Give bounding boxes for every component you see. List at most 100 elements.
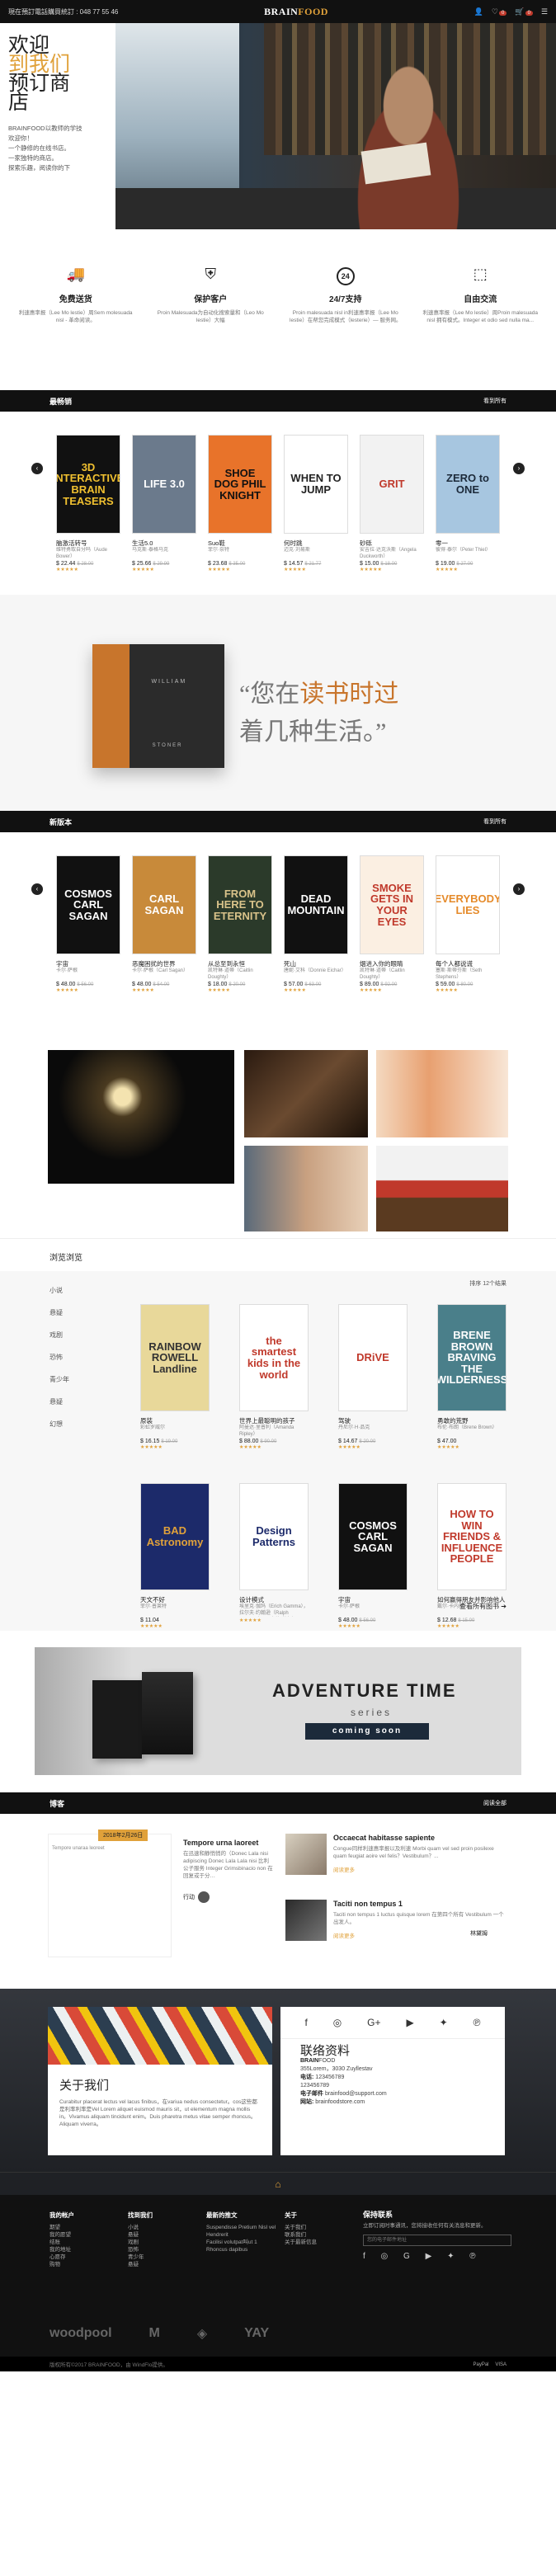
book-cover[interactable]: COSMOS CARL SAGAN [338,1483,408,1590]
book-cover[interactable]: BRENE BROWN BRAVING THE WILDERNESS [437,1304,507,1411]
book-cover[interactable]: COSMOS CARL SAGAN [56,855,120,954]
book-card[interactable]: SMOKE GETS IN YOUR EYES 烟进入你的眼睛 凯特琳·道蒂（Cai… [360,855,424,993]
footer-link[interactable]: 小说 [128,2224,153,2231]
book-card[interactable]: Design Patterns 设计模式 埃里克·伽玛（Erich Gamma），拉… [239,1483,309,1629]
next-arrow-icon[interactable]: › [513,883,525,895]
blog-post-title[interactable]: Taciti non tempus 1 [333,1900,508,1908]
gallery-reader-photo[interactable] [244,1050,368,1137]
blog-post-title[interactable]: Tempore urna laoreet [183,1839,274,1847]
adventure-time-banner[interactable]: ADVENTURE TIME series coming soon [0,1631,556,1792]
blog-action-label[interactable]: 行动 [183,1893,195,1901]
newsletter-email-input[interactable]: 您的电子邮件地址 [363,2235,511,2246]
footer-link[interactable]: 期望 [49,2224,74,2231]
footer-link[interactable]: Facilisi volutpat叫ut 1 [206,2239,276,2246]
book-title[interactable]: 世界上最聪明的孩子 [239,1416,309,1425]
coming-soon-button[interactable]: coming soon [305,1723,429,1740]
book-title[interactable]: 设计模式 [239,1595,309,1604]
category-item[interactable]: 青少年 [49,1368,115,1391]
book-card[interactable]: GRIT 砂砾 安吉拉·达克沃斯（Angela Duckworth） $ 15.00 … [360,435,424,572]
book-card[interactable]: ZERO to ONE 零一 彼得·泰尔（Peter Thiel） $ 19.00 $… [436,435,500,572]
home-icon[interactable]: ⌂ [0,2172,556,2195]
book-title[interactable]: 每个人都说谎 [436,959,500,968]
footer-link[interactable]: 购物 [49,2261,74,2268]
book-title[interactable]: 从总至到永恒 [208,959,272,968]
book-cover[interactable]: SMOKE GETS IN YOUR EYES [360,855,424,954]
book-card[interactable]: BRENE BROWN BRAVING THE WILDERNESS 勇敢的荒野布… [437,1304,507,1450]
category-item[interactable]: 悬疑 [49,1391,115,1413]
book-cover[interactable]: WHEN TO JUMP [284,435,348,534]
book-cover[interactable]: the smartest kids in the world [239,1304,309,1411]
read-more-link[interactable]: 阅读更多 [333,1865,508,1873]
youtube-icon[interactable]: ▶ [406,2017,413,2028]
cart-icon[interactable]: 🛒 0 [515,7,533,16]
book-title[interactable]: 勇敢的荒野 [437,1416,507,1425]
book-cover[interactable]: LIFE 3.0 [132,435,196,534]
footer-link[interactable]: 悬疑 [128,2231,153,2239]
blog-post-title[interactable]: Occaecat habitasse sapiente [333,1834,508,1842]
book-cover[interactable]: SHOE DOG PHIL KNIGHT [208,435,272,534]
gallery-kids-photo[interactable] [376,1050,508,1137]
book-card[interactable]: LIFE 3.0 生活5.0 马克斯·泰格马克 $ 25.66 $ 29.99 ★★★★… [132,435,196,572]
footer-link[interactable]: 联系我们 [285,2231,317,2239]
footer-link[interactable]: 结账 [49,2239,74,2246]
category-item[interactable]: 幻想 [49,1413,115,1435]
book-cover[interactable]: DRiVE [338,1304,408,1411]
footer-link[interactable]: 关于最新信息 [285,2239,317,2246]
book-card[interactable]: the smartest kids in the world 世界上最聪明的孩子阿… [239,1304,309,1450]
footer-link[interactable]: 心愿存 [49,2253,74,2261]
gallery-forest-photo[interactable] [48,1050,234,1184]
sort-results[interactable]: 排序 12个结果 [469,1279,507,1288]
footer-link[interactable]: Rhoncus dapibus [206,2246,276,2253]
menu-icon[interactable]: ☰ [541,7,548,16]
pinterest-icon[interactable]: ℗ [474,2017,481,2028]
book-card[interactable]: EVERYBODY LIES 每个人都说谎 塞斯·斯蒂芬斯（Seth Stephen… [436,855,500,993]
gallery-apple-books-photo[interactable] [376,1146,508,1231]
share-label[interactable]: 林黛姆 [470,1929,488,1938]
prev-arrow-icon[interactable]: ‹ [31,463,43,474]
book-cover[interactable]: EVERYBODY LIES [436,855,500,954]
book-title[interactable]: 烟进入你的眼睛 [360,959,424,968]
gallery-couple-photo[interactable] [244,1146,368,1231]
blog-thumb-1[interactable] [285,1834,327,1875]
book-cover[interactable]: 3D INTERACTIVE BRAIN TEASERS [56,435,120,534]
book-title[interactable]: 何时跳 [284,539,348,547]
book-card[interactable]: FROM HERE TO ETERNITY 从总至到永恒 凯特琳·道蒂（Caitli… [208,855,272,993]
read-all-link[interactable]: 阅读全部 [483,1799,507,1807]
footer-link[interactable]: 悬疑 [128,2261,153,2268]
footer-link[interactable]: 青少年 [128,2253,153,2261]
blog-thumb-2[interactable] [285,1900,327,1941]
view-all-books-link[interactable]: 查看所有图书 ➔ [459,1602,507,1611]
book-cover[interactable]: CARL SAGAN [132,855,196,954]
wishlist-icon[interactable]: ♡ 0 [492,7,507,16]
book-cover[interactable]: GRIT [360,435,424,534]
book-cover[interactable]: RAINBOW ROWELL Landline [140,1304,210,1411]
footer-link[interactable]: 关于我们 [285,2224,317,2231]
book-title[interactable]: 原装 [140,1416,210,1425]
book-title[interactable]: 零一 [436,539,500,547]
category-item[interactable]: 悬疑 [49,1302,115,1324]
book-title[interactable]: 宇宙 [338,1595,408,1604]
book-title[interactable]: 恶魔困扰的世界 [132,959,196,968]
book-title[interactable]: 死山 [284,959,348,968]
twitter-icon[interactable]: ✦ [440,2017,448,2028]
user-icon[interactable]: 👤 [474,7,483,16]
category-item[interactable]: 戏剧 [49,1324,115,1346]
book-card[interactable]: WHEN TO JUMP 何时跳 迈克·刘易斯 $ 14.57 $ 21.77 ★★★★… [284,435,348,572]
book-card[interactable]: SHOE DOG PHIL KNIGHT Suo鞋 菲尔·奈特 $ 23.68 $ 3… [208,435,272,572]
book-card[interactable]: COSMOS CARL SAGAN 宇宙 卡尔·萨根 $ 48.00 $ 56.00 ★… [338,1483,408,1629]
category-item[interactable]: 小说 [49,1279,115,1302]
book-card[interactable]: CARL SAGAN 恶魔困扰的世界 卡尔·萨根（Carl Sagan） $ 48.0… [132,855,196,993]
contact-email[interactable]: brainfood@support.com [325,2091,387,2097]
book-title[interactable]: 生活5.0 [132,539,196,547]
book-cover[interactable]: DEAD MOUNTAIN [284,855,348,954]
book-title[interactable]: 脑激活转号 [56,539,120,547]
book-card[interactable]: DEAD MOUNTAIN 死山 唐妮·艾科（Donnie Eichar） $ 57.… [284,855,348,993]
book-cover[interactable]: HOW TO WIN FRIENDS & INFLUENCE PEOPLE [437,1483,507,1590]
book-card[interactable]: RAINBOW ROWELL Landline 原装 彩虹罗威尔 $ 16.15 $ … [140,1304,210,1450]
blog-featured-image[interactable]: 2018年2月26日 Tempore unaraa leoreet [48,1830,172,1957]
footer-social-icons[interactable]: f ◎ G ▶ ✦ ℗ [363,2253,511,2261]
book-title[interactable]: Suo鞋 [208,539,272,547]
contact-website[interactable]: brainfoodstore.com [315,2099,365,2105]
book-card[interactable]: COSMOS CARL SAGAN 宇宙 卡尔·萨根 $ 48.00 $ 56.00 ★… [56,855,120,993]
book-card[interactable]: 3D INTERACTIVE BRAIN TEASERS 脑激活转号维特勇取自分吗… [56,435,120,572]
